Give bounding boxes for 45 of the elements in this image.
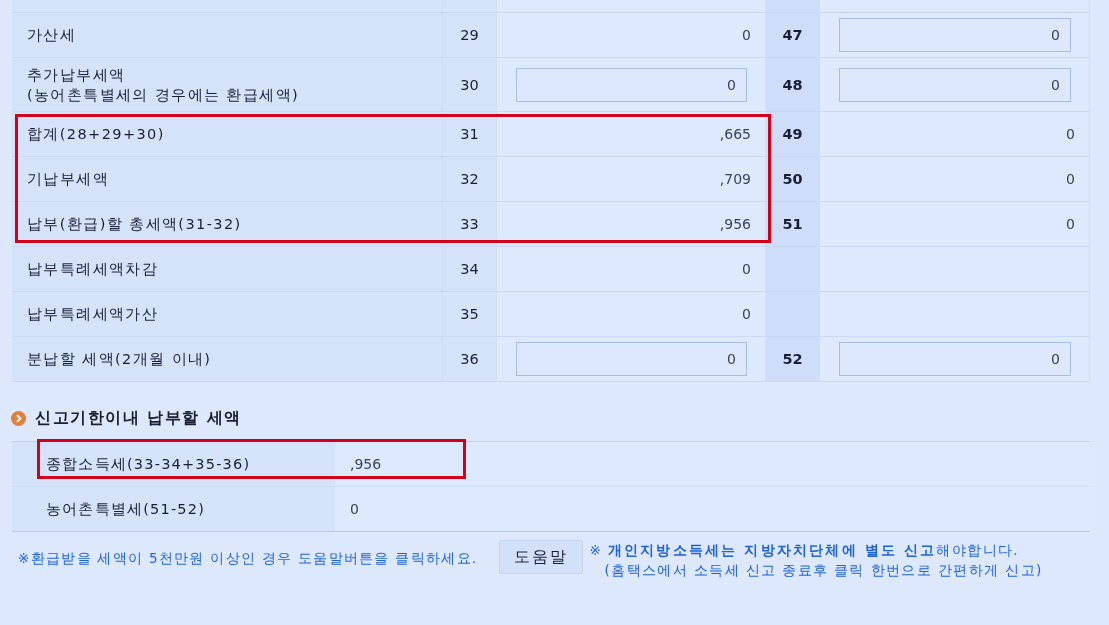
row-label: 기납부세액 [27,170,109,189]
row-label: 납부(환급)할 총세액(31-32) [27,215,242,234]
row-label: 납부특례세액차감 [27,260,159,279]
line-number: 48 [782,76,803,93]
amount-input[interactable]: 0 [839,67,1071,102]
row-label: 납부특례세액가산 [27,305,159,324]
line-number: 51 [782,216,803,232]
line-number: 29 [460,27,479,43]
local-tax-note: ※ 개인지방소득세는 지방자치단체에 별도 신고해야합니다. (홈택스에서 소득세 신고 종료후 클릭 한번으로 간편하게 신고) [589,541,1043,580]
amount-input[interactable]: 0 [516,67,747,102]
line-number: 30 [460,76,479,93]
line-number: 32 [460,171,479,187]
line-number: 52 [782,351,803,367]
section-title: 신고기한이내 납부할 세액 [35,407,242,429]
line-number: 36 [460,351,479,367]
row-label: 가산세 [27,26,77,45]
row-label: 추가납부세액 (농어촌특별세의 경우에는 환급세액) [27,65,300,105]
amount-value: 0 [1066,171,1075,187]
amount-value: 0 [1066,126,1075,142]
amount-value: ,956 [719,216,751,232]
amount-value: 0 [1066,216,1075,232]
row-label: 종합소득세(33-34+35-36) [46,454,251,474]
line-number: 49 [782,126,803,142]
amount-input[interactable]: 0 [839,342,1071,376]
amount-value: 0 [742,306,751,322]
amount-value: 0 [742,261,751,277]
line-number: 35 [460,306,479,322]
line-number: 34 [460,261,479,277]
amount-value: 0 [350,501,359,517]
row-label: 농어촌특별세(51-52) [46,499,206,519]
line-number: 50 [782,171,803,187]
amount-input[interactable]: 0 [516,342,747,376]
line-number: 47 [782,27,803,43]
amount-value: ,709 [719,171,751,187]
row-label: 합계(28+29+30) [27,125,165,144]
refund-note: ※환급받을 세액이 5천만원 이상인 경우 도움말버튼을 클릭하세요. [18,550,478,568]
line-number: 33 [460,216,479,232]
amount-value: ,665 [719,126,751,142]
amount-input[interactable]: 0 [839,18,1071,52]
line-number: 31 [460,126,479,142]
row-label: 분납할 세액(2개월 이내) [27,350,212,369]
chevron-circle-icon [11,410,26,426]
amount-value: 0 [742,27,751,43]
amount-value: ,956 [350,456,382,472]
help-button[interactable]: 도움말 [499,540,584,574]
